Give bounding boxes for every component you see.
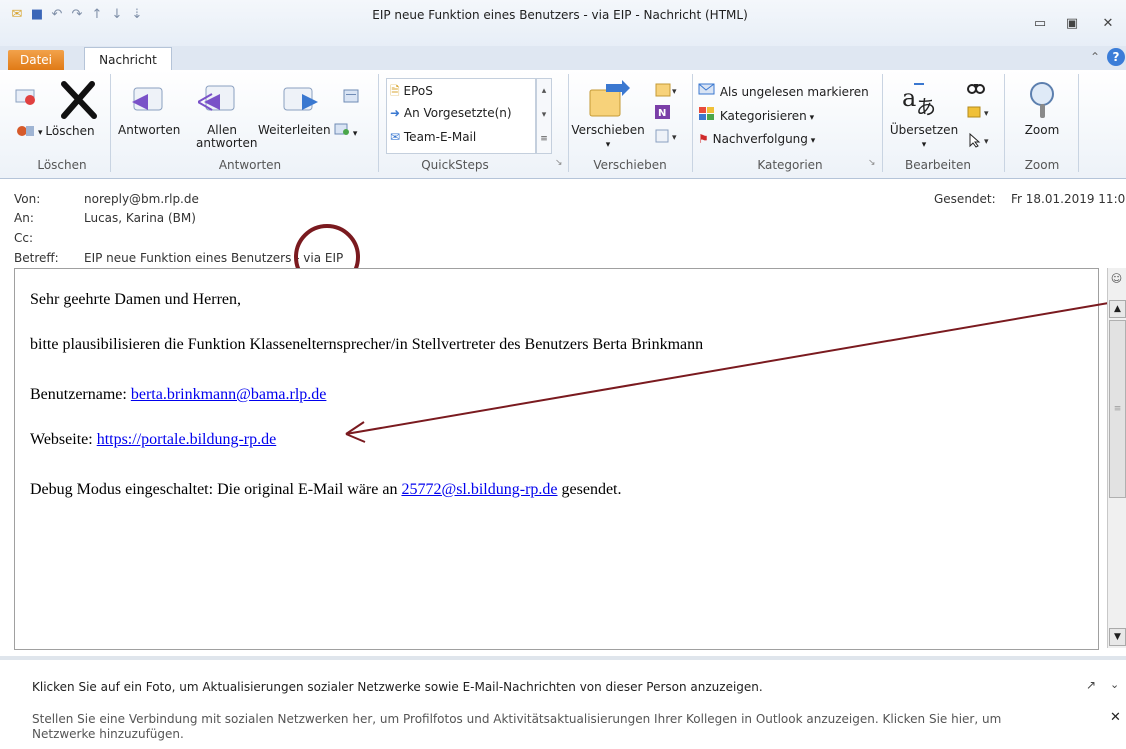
translate-icon[interactable]: aあ <box>900 80 940 123</box>
onenote-icon[interactable]: N <box>654 104 672 123</box>
down-icon[interactable]: ↓ <box>108 6 126 24</box>
delete-button[interactable]: ▾ Löschen <box>38 124 95 138</box>
undo-icon[interactable]: ↶ <box>48 6 66 24</box>
group-separator <box>882 74 883 172</box>
meeting-icon[interactable] <box>342 88 360 107</box>
to-label: An: <box>14 211 34 225</box>
maximize-icon[interactable]: ▣ <box>1058 14 1086 34</box>
username-link[interactable]: berta.brinkmann@bama.rlp.de <box>131 386 327 403</box>
scroll-thumb[interactable]: ≡ <box>1109 320 1126 498</box>
svg-text:▾: ▾ <box>984 109 989 119</box>
title-bar <box>0 0 1126 46</box>
forward-icon[interactable] <box>280 82 320 119</box>
website-link[interactable]: https://portale.bildung-rp.de <box>97 431 277 448</box>
actions-icon[interactable]: ▾ <box>654 128 680 147</box>
group-separator <box>1004 74 1005 172</box>
help-icon[interactable]: ? <box>1107 48 1125 66</box>
cc-label: Cc: <box>14 231 34 245</box>
up-icon[interactable]: ↑ <box>88 6 106 24</box>
body-greeting: Sehr geehrte Damen und Herren, <box>30 291 242 308</box>
window-title: EIP neue Funktion eines Benutzers - via … <box>372 8 748 22</box>
group-separator <box>568 74 569 172</box>
more-respond-button[interactable]: ▾ <box>334 122 357 139</box>
scroll-up-button[interactable]: ▲ <box>1109 300 1126 318</box>
group-zoom-label: Zoom <box>1024 158 1060 172</box>
sent-label: Gesendet: <box>934 192 996 206</box>
quickstep-item[interactable]: ➜ An Vorgesetzte(n) <box>390 106 512 120</box>
related-icon[interactable]: ▾ <box>966 104 992 123</box>
find-icon[interactable] <box>966 80 986 99</box>
categorize-button[interactable]: Kategorisieren ▾ <box>698 106 814 123</box>
flag-icon: ⚑ <box>698 132 709 146</box>
to-value[interactable]: Lucas, Karina (BM) <box>84 211 196 225</box>
cleanup-icon[interactable] <box>14 122 36 143</box>
delete-x-icon[interactable] <box>58 80 100 123</box>
reply-icon[interactable] <box>128 82 168 119</box>
from-value[interactable]: noreply@bm.rlp.de <box>84 192 199 206</box>
rules-icon[interactable]: ▾ <box>654 82 680 101</box>
reading-pane-icon[interactable]: ☺ <box>1109 272 1124 294</box>
reply-button[interactable]: Antworten <box>118 124 180 137</box>
reply-all-button[interactable]: Allen antworten <box>196 124 257 150</box>
body-username-line: Benutzername: berta.brinkmann@bama.rlp.d… <box>30 386 327 403</box>
people-pane-connect[interactable]: Stellen Sie eine Verbindung mit sozialen… <box>32 712 1062 742</box>
svg-text:あ: あ <box>916 95 936 119</box>
expand-icon[interactable]: ↗ <box>1086 678 1096 692</box>
move-icon[interactable] <box>586 80 630 123</box>
group-separator <box>692 74 693 172</box>
people-pane-hint[interactable]: Klicken Sie auf ein Foto, um Aktualisier… <box>32 680 763 694</box>
svg-text:a: a <box>902 84 916 112</box>
group-quicksteps-label: QuickSteps <box>421 158 489 172</box>
close-icon[interactable]: ✕ <box>1110 710 1121 725</box>
dialog-launcher-icon[interactable]: ↘ <box>868 158 876 168</box>
reply-all-icon[interactable] <box>195 82 240 119</box>
translate-button[interactable]: Übersetzen ▾ <box>888 124 960 152</box>
svg-text:N: N <box>658 108 666 119</box>
body-debug-line: Debug Modus eingeschaltet: Die original … <box>30 481 622 498</box>
chevron-down-icon[interactable]: ⌄ <box>1110 678 1119 691</box>
minimize-icon[interactable]: ▭ <box>1026 14 1054 34</box>
subject-label: Betreff: <box>14 251 59 265</box>
quick-access-toolbar: ✉ ■ ↶ ↷ ↑ ↓ ⇣ <box>8 6 148 24</box>
scroll-down-button[interactable]: ▼ <box>1109 628 1126 646</box>
minimize-ribbon-icon[interactable]: ⌃ <box>1090 50 1100 64</box>
group-separator <box>378 74 379 172</box>
forward-button[interactable]: Weiterleiten <box>258 124 331 137</box>
svg-text:▾: ▾ <box>984 137 989 147</box>
save-icon[interactable]: ■ <box>28 6 46 24</box>
group-bearbeiten-label: Bearbeiten <box>905 158 971 172</box>
quickstep-item[interactable]: 🗎 EPoS <box>390 82 433 103</box>
body-website-line: Webseite: https://portale.bildung-rp.de <box>30 431 277 448</box>
tab-nachricht[interactable]: Nachricht <box>84 47 172 72</box>
sent-value: Fr 18.01.2019 11:07 <box>1011 192 1126 206</box>
quicksteps-scroll[interactable]: ▴ ▾ ≡ <box>536 78 552 154</box>
group-loeschen-label: Löschen <box>37 158 87 172</box>
group-separator <box>110 74 111 172</box>
debug-email-link[interactable]: 25772@sl.bildung-rp.de <box>401 481 557 498</box>
zoom-button[interactable]: Zoom <box>1014 124 1070 137</box>
from-label: Von: <box>14 192 41 206</box>
group-antworten-label: Antworten <box>218 158 282 172</box>
svg-text:▾: ▾ <box>672 133 677 143</box>
select-icon[interactable]: ▾ <box>966 132 992 151</box>
close-icon[interactable]: ✕ <box>1094 14 1122 34</box>
ignore-icon[interactable] <box>14 86 38 109</box>
dialog-launcher-icon[interactable]: ↘ <box>555 158 563 168</box>
quickstep-item[interactable]: ✉ Team-E-Mail <box>390 130 476 144</box>
group-kategorien-label: Kategorien <box>757 158 823 172</box>
followup-button[interactable]: ⚑ Nachverfolgung ▾ <box>698 132 815 146</box>
svg-text:▾: ▾ <box>672 87 677 97</box>
envelope-icon[interactable]: ✉ <box>8 6 26 24</box>
move-button[interactable]: Verschieben ▾ <box>568 124 648 152</box>
customize-qat-icon[interactable]: ⇣ <box>128 6 146 24</box>
mark-unread-button[interactable]: Als ungelesen markieren <box>698 82 869 99</box>
group-verschieben-label: Verschieben <box>593 158 667 172</box>
annotation-arrow <box>345 299 1126 443</box>
redo-icon[interactable]: ↷ <box>68 6 86 24</box>
group-separator <box>1078 74 1079 172</box>
tab-datei[interactable]: Datei <box>8 50 64 70</box>
zoom-icon[interactable] <box>1026 80 1060 123</box>
